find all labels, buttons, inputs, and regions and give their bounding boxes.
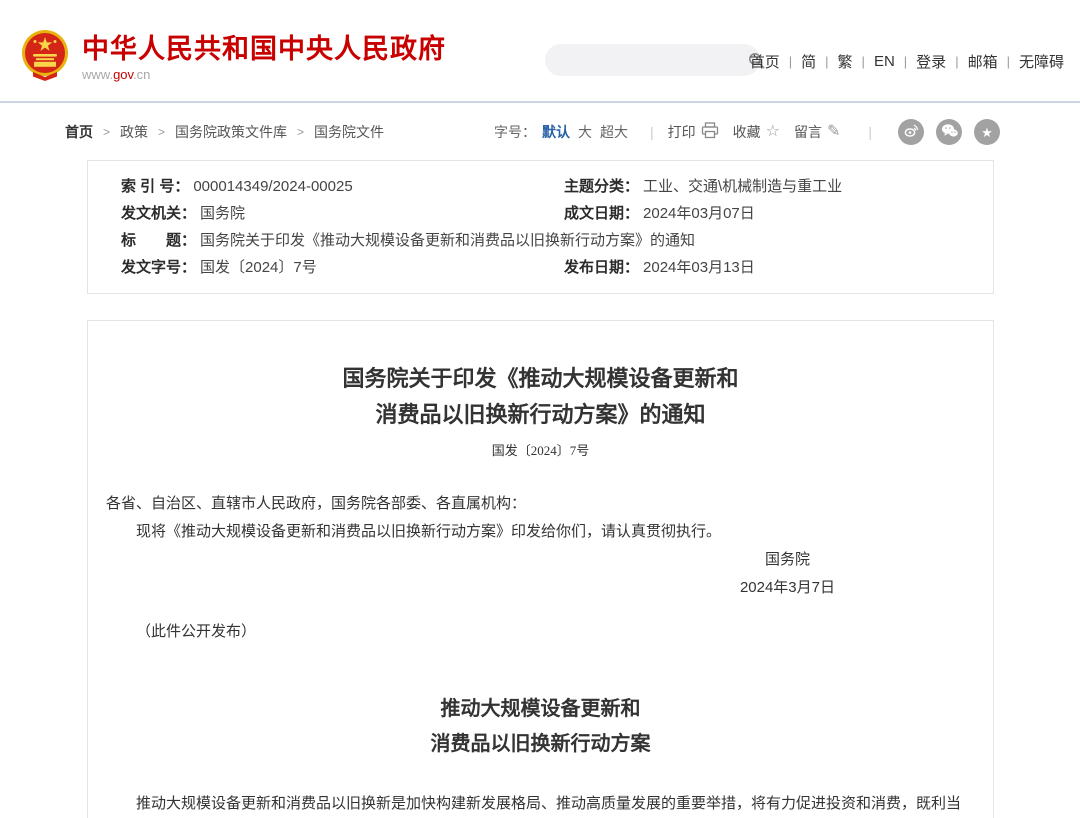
pencil-icon: ✎	[827, 124, 840, 140]
nav-separator: |	[904, 54, 907, 69]
document-metadata-box: 索 引 号： 000014349/2024-00025 主题分类： 工业、交通\…	[87, 160, 994, 294]
site-url: www.gov.cn	[82, 67, 446, 82]
nav-separator: |	[862, 54, 865, 69]
document-number: 国发〔2024〕7号	[88, 440, 993, 459]
paragraph-forward: 现将《推动大规模设备更新和消费品以旧换新行动方案》印发给你们，请认真贯彻执行。	[106, 518, 975, 546]
print-label: 打印	[668, 122, 696, 142]
plan-title-line1: 推动大规模设备更新和	[106, 692, 975, 727]
meta-pub-date-label: 发布日期：	[564, 254, 639, 281]
meta-row: 标 题： 国务院关于印发《推动大规模设备更新和消费品以旧换新行动方案》的通知	[88, 227, 993, 254]
plan-title: 推动大规模设备更新和 消费品以旧换新行动方案	[106, 692, 975, 762]
header-divider	[0, 101, 1080, 103]
weibo-icon	[903, 122, 920, 142]
nav-link-traditional[interactable]: 繁	[838, 51, 853, 72]
breadcrumb-separator: >	[158, 125, 165, 139]
toolbar-row: 首页 > 政策 > 国务院政策文件库 > 国务院文件 字号： 默认 大 超大 |…	[65, 118, 1000, 146]
breadcrumb-separator: >	[103, 125, 110, 139]
nav-link-english[interactable]: EN	[874, 53, 895, 70]
plan-title-line2: 消费品以旧换新行动方案	[106, 727, 975, 762]
nav-link-accessibility[interactable]: 无障碍	[1019, 51, 1064, 72]
font-size-xlarge[interactable]: 超大	[600, 122, 628, 142]
nav-separator: |	[955, 54, 958, 69]
search-box	[545, 44, 760, 76]
meta-date-made-value: 2024年03月07日	[643, 200, 755, 227]
document-body: 各省、自治区、直辖市人民政府，国务院各部委、各直属机构： 现将《推动大规模设备更…	[88, 490, 993, 818]
breadcrumb: 首页 > 政策 > 国务院政策文件库 > 国务院文件	[65, 122, 384, 142]
meta-title-label: 标 题：	[121, 227, 196, 254]
meta-title-value: 国务院关于印发《推动大规模设备更新和消费品以旧换新行动方案》的通知	[200, 227, 695, 254]
document-title: 国务院关于印发《推动大规模设备更新和 消费品以旧换新行动方案》的通知	[88, 361, 993, 433]
star-badge-icon: ★	[981, 126, 993, 139]
meta-row: 索 引 号： 000014349/2024-00025 主题分类： 工业、交通\…	[88, 173, 993, 200]
tools-separator: |	[650, 124, 654, 140]
breadcrumb-policy[interactable]: 政策	[120, 122, 148, 142]
site-url-suffix: .cn	[133, 67, 150, 82]
nav-separator: |	[1007, 54, 1010, 69]
meta-index-value: 000014349/2024-00025	[193, 173, 352, 200]
print-button[interactable]: 打印	[668, 122, 719, 142]
salutation: 各省、自治区、直辖市人民政府，国务院各部委、各直属机构：	[106, 490, 975, 518]
meta-doc-no-label: 发文字号：	[121, 254, 196, 281]
meta-topic-value: 工业、交通\机械制造与重工业	[643, 173, 842, 200]
printer-icon	[696, 122, 719, 142]
paragraph-intro: 推动大规模设备更新和消费品以旧换新是加快构建新发展格局、推动高质量发展的重要举措…	[106, 788, 975, 818]
signer: 国务院	[740, 546, 835, 574]
nav-link-login[interactable]: 登录	[916, 51, 946, 72]
meta-index-label: 索 引 号：	[121, 173, 189, 200]
favorite-label: 收藏	[733, 122, 761, 142]
site-title: 中华人民共和国中央人民政府	[82, 34, 446, 64]
star-icon: ☆	[766, 124, 780, 140]
document-title-line2: 消费品以旧换新行动方案》的通知	[88, 397, 993, 433]
share-favorite-button[interactable]: ★	[974, 119, 1000, 145]
nav-link-simplified[interactable]: 简	[801, 51, 816, 72]
meta-row: 发文字号： 国发〔2024〕7号 发布日期： 2024年03月13日	[88, 254, 993, 281]
search-input[interactable]	[545, 52, 748, 68]
breadcrumb-policy-library[interactable]: 国务院政策文件库	[175, 122, 287, 142]
breadcrumb-home[interactable]: 首页	[65, 122, 93, 142]
meta-topic-label: 主题分类：	[564, 173, 639, 200]
signature-block: 国务院 2024年3月7日	[740, 546, 835, 602]
site-url-prefix: www.	[82, 67, 113, 82]
document-title-line1: 国务院关于印发《推动大规模设备更新和	[88, 361, 993, 397]
meta-doc-no-value: 国发〔2024〕7号	[200, 254, 317, 281]
nav-link-mail[interactable]: 邮箱	[968, 51, 998, 72]
meta-org-label: 发文机关：	[121, 200, 196, 227]
meta-row: 发文机关： 国务院 成文日期： 2024年03月07日	[88, 200, 993, 227]
breadcrumb-separator: >	[297, 125, 304, 139]
nav-separator: |	[789, 54, 792, 69]
favorite-button[interactable]: 收藏 ☆	[733, 122, 780, 142]
site-url-gov: gov	[113, 67, 133, 82]
meta-date-made-label: 成文日期：	[564, 200, 639, 227]
sign-date: 2024年3月7日	[740, 574, 835, 602]
document-content-box: 国务院关于印发《推动大规模设备更新和 消费品以旧换新行动方案》的通知 国发〔20…	[87, 320, 994, 818]
site-header: 中华人民共和国中央人民政府 www.gov.cn 首页 | 简 | 繁 | EN…	[0, 0, 1080, 101]
nav-separator: |	[825, 54, 828, 69]
share-weibo-button[interactable]	[898, 119, 924, 145]
share-wechat-button[interactable]	[936, 119, 962, 145]
share-buttons: ★	[886, 119, 1000, 145]
nav-link-home[interactable]: 首页	[750, 51, 780, 72]
breadcrumb-state-council-docs[interactable]: 国务院文件	[314, 122, 384, 142]
top-nav: 首页 | 简 | 繁 | EN | 登录 | 邮箱 | 无障碍	[750, 51, 1064, 72]
meta-org-value: 国务院	[200, 200, 245, 227]
comment-button[interactable]: 留言 ✎	[794, 122, 840, 142]
page-tools: 字号： 默认 大 超大 | 打印 收藏 ☆ 留言 ✎ |	[494, 119, 1000, 145]
meta-pub-date-value: 2024年03月13日	[643, 254, 755, 281]
font-size-label: 字号：	[494, 122, 536, 142]
site-logo[interactable]: 中华人民共和国中央人民政府 www.gov.cn	[20, 28, 446, 87]
font-size-large[interactable]: 大	[578, 122, 592, 142]
tools-separator: |	[868, 124, 872, 140]
national-emblem-icon	[20, 28, 70, 87]
public-release-note: （此件公开发布）	[106, 618, 975, 646]
comment-label: 留言	[794, 122, 822, 142]
wechat-icon	[941, 123, 958, 141]
font-size-default[interactable]: 默认	[542, 122, 570, 142]
